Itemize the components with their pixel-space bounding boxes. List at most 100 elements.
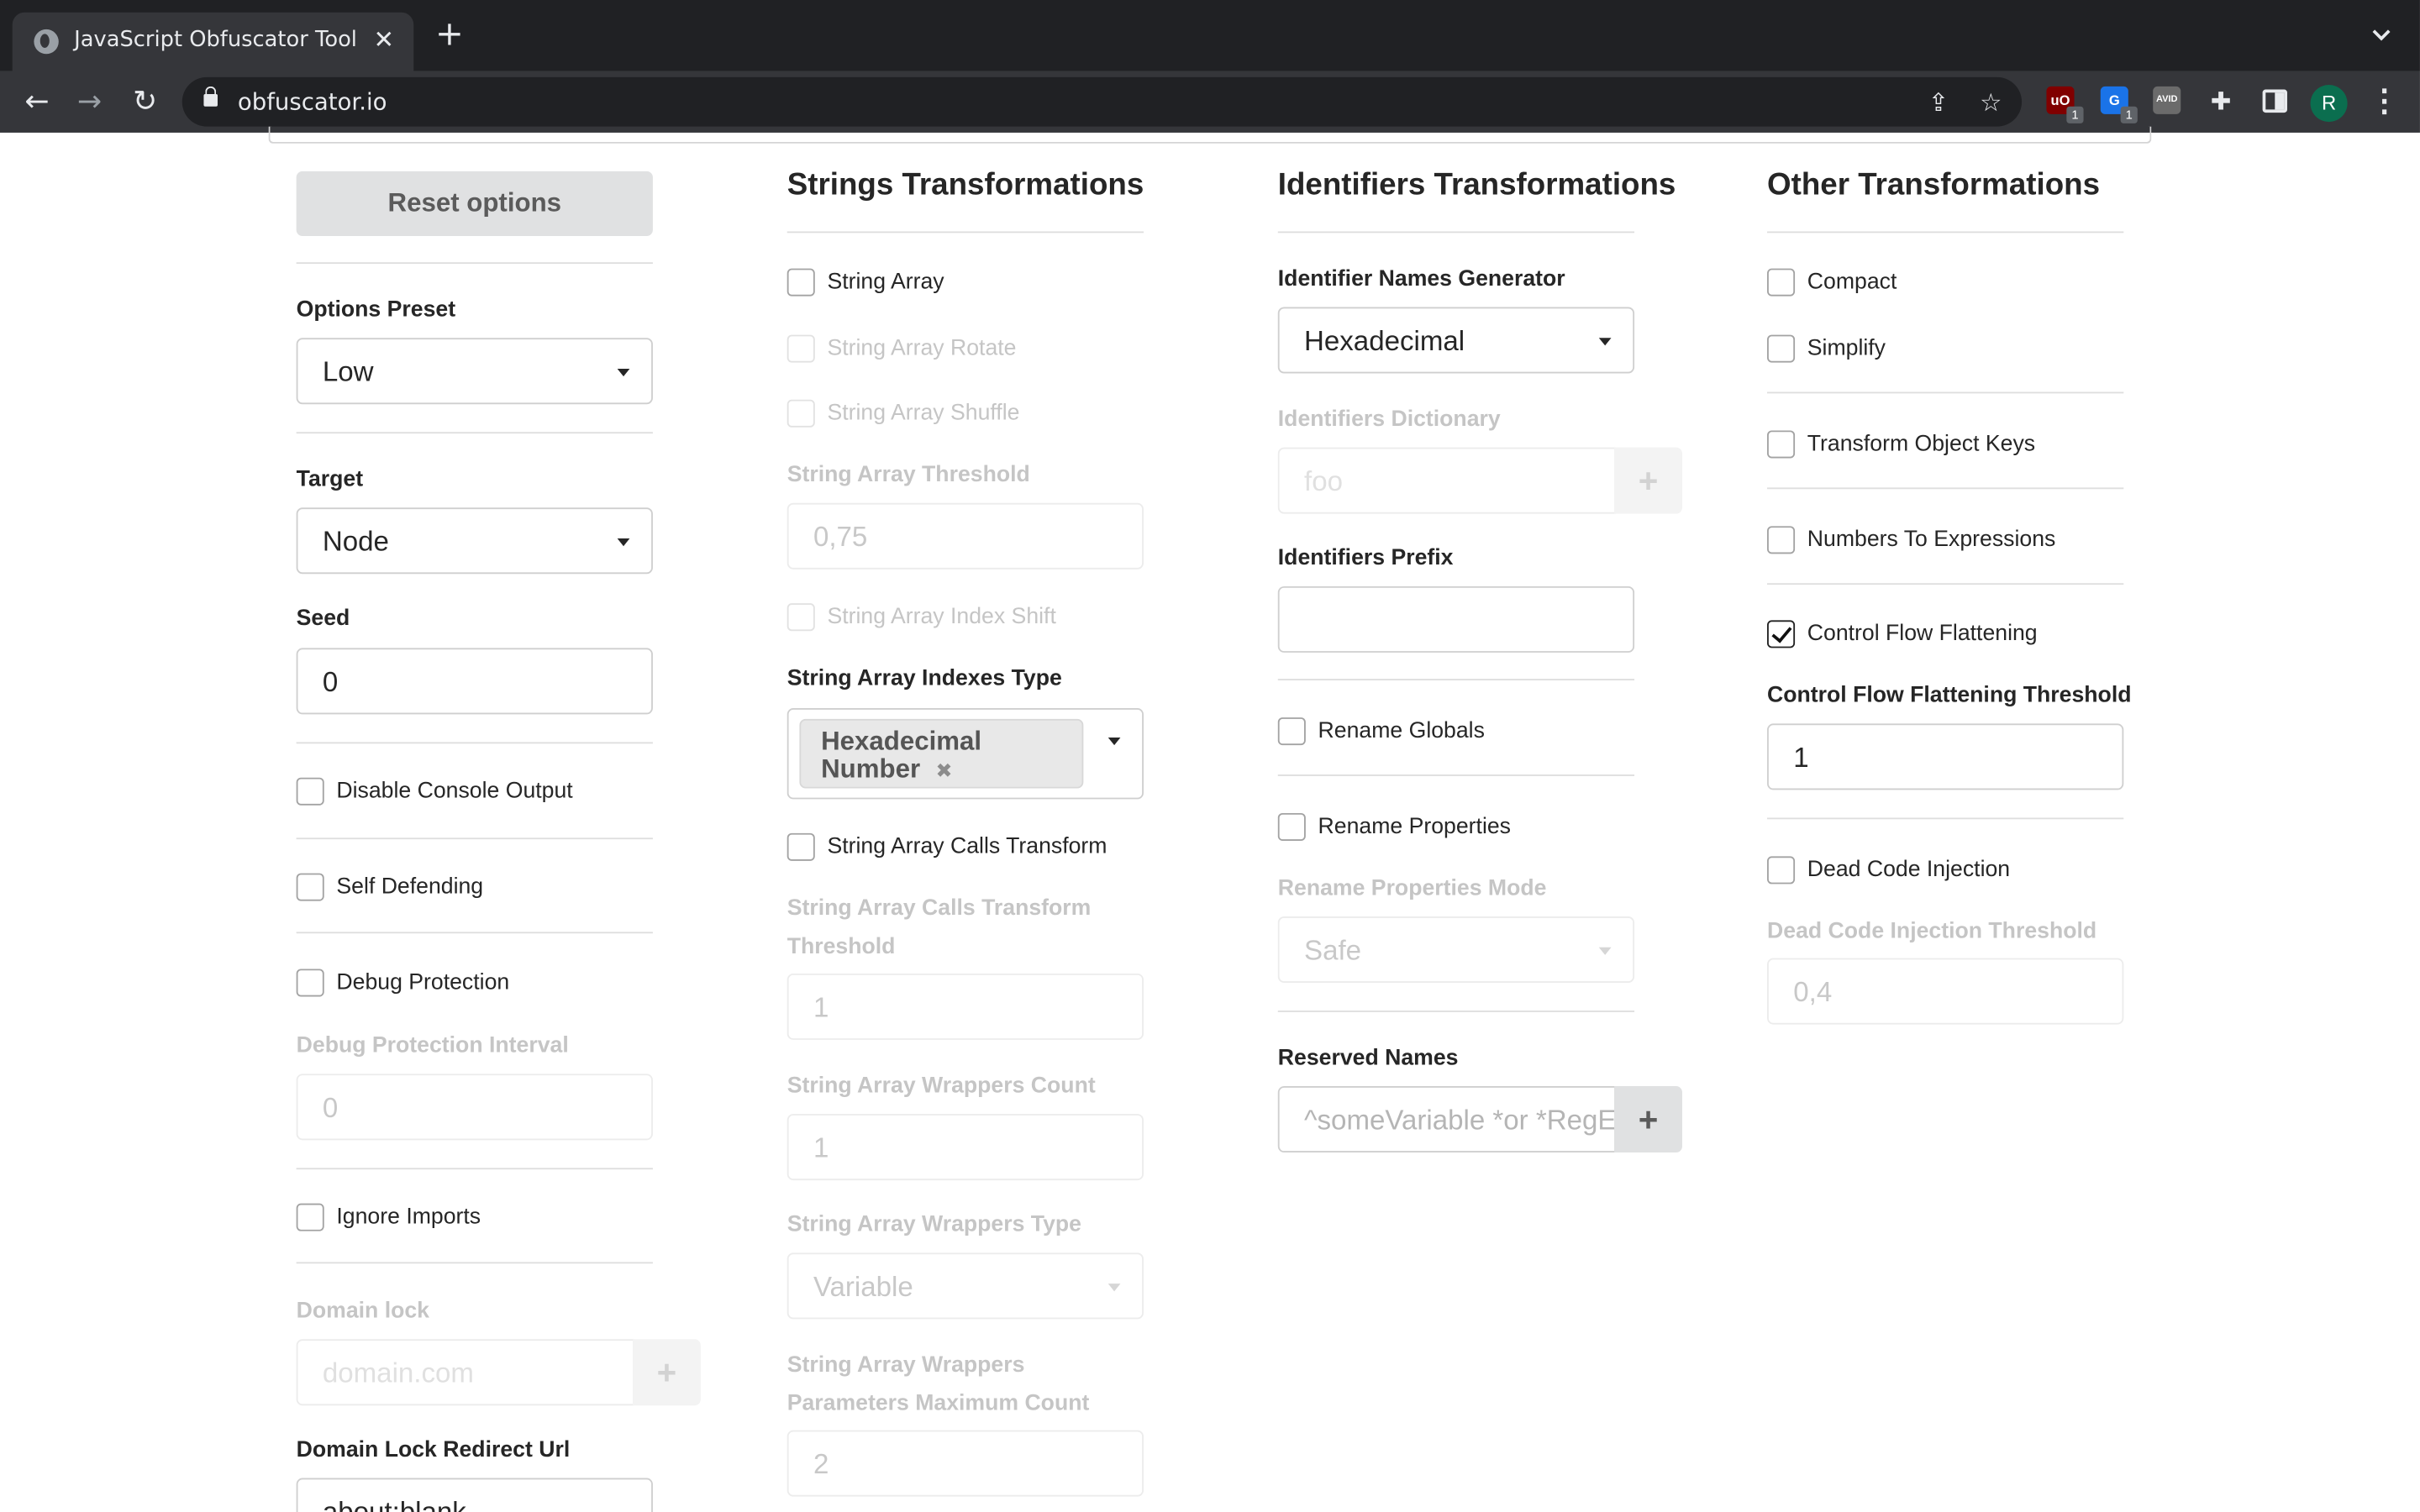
string-array-threshold-input[interactable]: 0,75: [786, 502, 1144, 570]
browser-toolbar: ← → ↻ obfuscator.io ⇪ ☆ uO 1 G1 AVID ✚ R …: [0, 71, 2420, 133]
dead-code-threshold-input[interactable]: 0,4: [1767, 958, 2124, 1025]
globe-icon: [34, 29, 59, 55]
extension-icon[interactable]: G1: [2100, 86, 2138, 123]
names-generator-select[interactable]: Hexadecimal: [1277, 307, 1635, 374]
dropdown-caret-icon: [1598, 947, 1612, 955]
puzzle-extensions-icon[interactable]: ✚: [2206, 87, 2237, 118]
add-domain-button[interactable]: +: [633, 1339, 701, 1406]
indexes-type-label: String Array Indexes Type: [786, 666, 1062, 691]
reset-options-button[interactable]: Reset options: [296, 171, 653, 237]
side-panel-icon[interactable]: [2262, 89, 2287, 113]
checkbox-box[interactable]: [1767, 526, 1796, 554]
dropdown-caret-icon: [617, 538, 630, 547]
wrappers-type-label: String Array Wrappers Type: [786, 1212, 1081, 1238]
debug-protection-checkbox[interactable]: Debug Protection: [296, 969, 653, 1000]
checkbox-box[interactable]: [1277, 812, 1306, 842]
string-array-calls-transform-checkbox[interactable]: String Array Calls Transform: [786, 832, 1144, 864]
checkbox-box[interactable]: [1767, 856, 1796, 885]
browser-tab[interactable]: JavaScript Obfuscator Tool ✕: [12, 12, 414, 71]
new-tab-button[interactable]: +: [435, 18, 464, 52]
obfuscator-options-panel: Reset options Options Preset Low Target …: [0, 126, 2420, 1512]
checkbox-label: String Array Calls Transform: [827, 834, 1107, 860]
control-flow-flattening-checkbox[interactable]: Control Flow Flattening: [1767, 620, 2123, 651]
wrappers-type-value: Variable: [813, 1271, 913, 1303]
add-dictionary-button[interactable]: +: [1614, 447, 1683, 514]
identifiers-dictionary-input[interactable]: foo: [1277, 447, 1617, 514]
tab-search-chevron-icon[interactable]: [2370, 24, 2392, 46]
string-array-index-shift-checkbox[interactable]: String Array Index Shift: [786, 603, 1144, 634]
domain-lock-placeholder: domain.com: [322, 1357, 474, 1389]
checkbox-box[interactable]: [786, 268, 815, 297]
seed-input[interactable]: 0: [296, 648, 653, 715]
checkbox-box[interactable]: [296, 969, 324, 997]
checkbox-box[interactable]: [1277, 717, 1306, 746]
identifiers-prefix-input[interactable]: [1277, 585, 1635, 653]
profile-avatar[interactable]: R: [2310, 85, 2348, 123]
reload-icon[interactable]: ↻: [127, 83, 164, 120]
section-title: Strings Transformations: [786, 168, 1144, 202]
cff-threshold-input[interactable]: 1: [1767, 723, 2124, 790]
browser-menu-icon[interactable]: ⋮: [2369, 85, 2400, 118]
checkbox-box[interactable]: [1767, 334, 1796, 363]
rename-properties-mode-select[interactable]: Safe: [1277, 916, 1635, 983]
domain-lock-input[interactable]: domain.com: [296, 1339, 634, 1406]
compact-checkbox[interactable]: Compact: [1767, 268, 2123, 300]
remove-chip-icon[interactable]: ✖: [935, 759, 952, 787]
debug-protection-interval-input[interactable]: 0: [296, 1074, 653, 1141]
divider: [1767, 391, 2124, 394]
calls-transform-threshold-input[interactable]: 1: [786, 973, 1144, 1040]
options-preset-select[interactable]: Low: [296, 338, 653, 405]
options-preset-label: Options Preset: [296, 297, 456, 323]
wrappers-count-input[interactable]: 1: [786, 1114, 1144, 1181]
string-array-shuffle-checkbox[interactable]: String Array Shuffle: [786, 399, 1144, 431]
checkbox-box[interactable]: [786, 832, 815, 861]
calls-transform-threshold-value: 1: [813, 991, 829, 1023]
wrappers-type-select[interactable]: Variable: [786, 1252, 1144, 1320]
share-icon[interactable]: ⇪: [1923, 88, 1954, 119]
dead-code-injection-checkbox[interactable]: Dead Code Injection: [1767, 856, 2123, 887]
checkbox-label: Rename Globals: [1318, 718, 1485, 744]
target-value: Node: [322, 526, 389, 558]
rename-globals-checkbox[interactable]: Rename Globals: [1277, 717, 1634, 748]
checkbox-box[interactable]: [786, 334, 815, 363]
checkbox-box[interactable]: [296, 777, 324, 806]
add-reserved-name-button[interactable]: +: [1614, 1086, 1683, 1153]
tab-title: JavaScript Obfuscator Tool: [74, 28, 357, 53]
indexes-type-multiselect[interactable]: Hexadecimal Number ✖: [786, 708, 1144, 800]
rename-properties-checkbox[interactable]: Rename Properties: [1277, 812, 1634, 844]
self-defending-checkbox[interactable]: Self Defending: [296, 873, 653, 905]
string-array-rotate-checkbox[interactable]: String Array Rotate: [786, 334, 1144, 366]
checkbox-box[interactable]: [1767, 620, 1796, 648]
checkbox-box[interactable]: [296, 873, 324, 901]
checkbox-label: Transform Object Keys: [1807, 432, 2036, 457]
checkbox-box[interactable]: [786, 399, 815, 428]
checkbox-box[interactable]: [786, 603, 815, 632]
string-array-checkbox[interactable]: String Array: [786, 268, 1144, 300]
forward-arrow-icon[interactable]: →: [71, 83, 108, 120]
disable-console-output-checkbox[interactable]: Disable Console Output: [296, 777, 653, 809]
checkbox-box[interactable]: [1767, 268, 1796, 297]
dead-code-threshold-label: Dead Code Injection Threshold: [1767, 919, 2097, 945]
divider: [1277, 1011, 1635, 1012]
checkbox-label: String Array Rotate: [827, 336, 1017, 361]
domain-lock-redirect-input[interactable]: about:blank: [296, 1478, 653, 1512]
wrappers-params-input[interactable]: 2: [786, 1430, 1144, 1497]
numbers-to-expressions-checkbox[interactable]: Numbers To Expressions: [1767, 526, 2123, 557]
reserved-names-input[interactable]: ^someVariable *or *RegE: [1277, 1086, 1617, 1153]
close-tab-icon[interactable]: ✕: [373, 24, 394, 54]
back-arrow-icon[interactable]: ←: [18, 83, 55, 120]
target-select[interactable]: Node: [296, 507, 653, 575]
wrappers-params-label: String Array Wrappers Parameters Maximum…: [786, 1352, 1090, 1417]
checkbox-box[interactable]: [1767, 430, 1796, 459]
ignore-imports-checkbox[interactable]: Ignore Imports: [296, 1203, 653, 1235]
wrappers-count-value: 1: [813, 1132, 829, 1163]
simplify-checkbox[interactable]: Simplify: [1767, 334, 2123, 366]
domain-lock-redirect-value: about:blank: [323, 1497, 466, 1512]
bookmark-star-icon[interactable]: ☆: [1975, 88, 2007, 119]
avid-extension-icon[interactable]: AVID: [2153, 86, 2181, 114]
address-bar[interactable]: obfuscator.io ⇪ ☆: [182, 76, 2023, 127]
ublock-origin-icon[interactable]: uO 1: [2046, 86, 2084, 123]
transform-object-keys-checkbox[interactable]: Transform Object Keys: [1767, 430, 2123, 461]
checkbox-box[interactable]: [296, 1203, 324, 1231]
divider: [296, 837, 653, 840]
